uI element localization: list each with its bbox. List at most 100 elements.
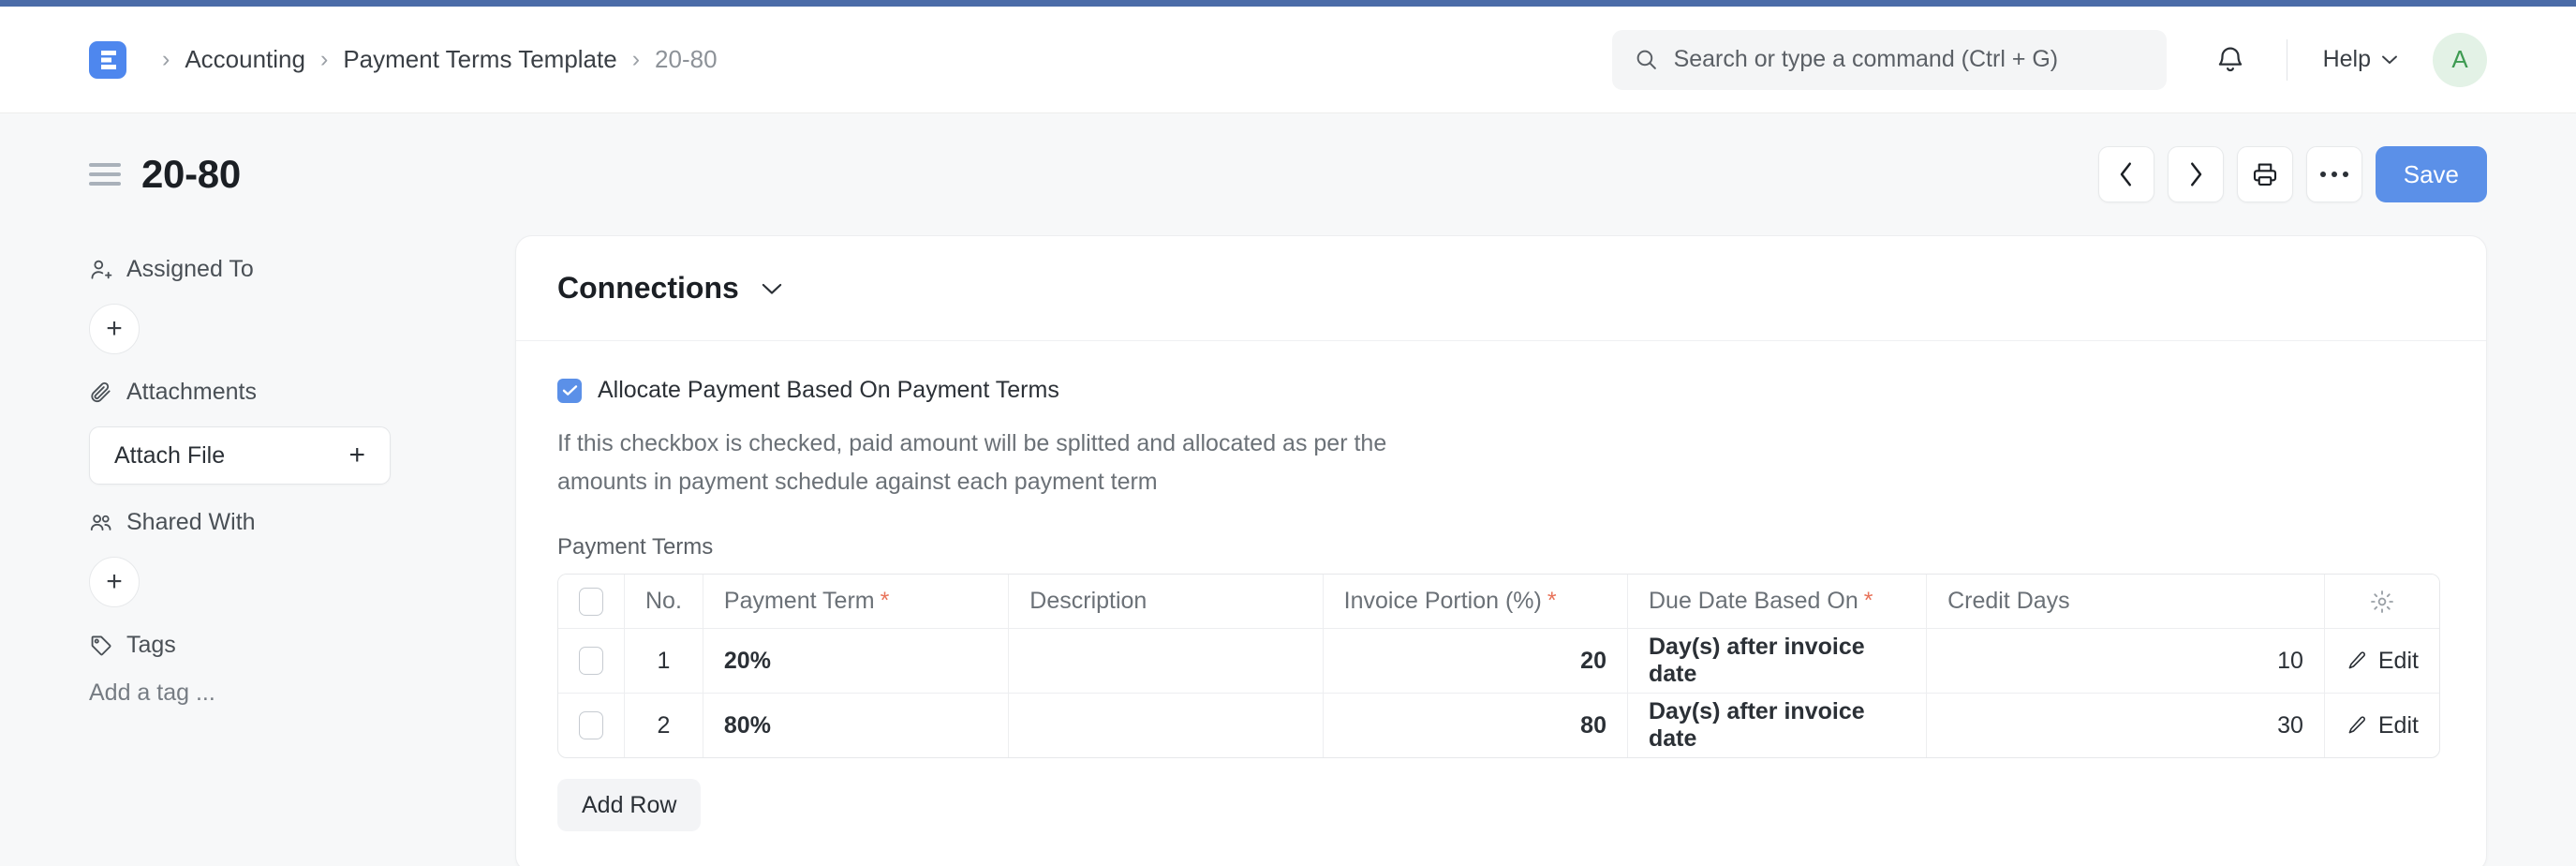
grid-header-due-date-based-on: Due Date Based On* [1628,575,1927,629]
allocate-payment-checkbox-row[interactable]: Allocate Payment Based On Payment Terms [557,377,2445,404]
row-checkbox[interactable] [579,711,603,739]
bell-icon [2215,44,2245,76]
gear-icon [2369,589,2395,615]
breadcrumb-separator: › [320,48,328,71]
grid-settings-button[interactable] [2346,589,2419,615]
sidebar-section-assigned-to: Assigned To + [89,256,464,354]
sidebar-section-attachments: Attachments Attach File + [89,379,464,485]
hamburger-line [89,182,121,186]
required-indicator: * [881,588,890,614]
breadcrumb-item-current: 20-80 [655,45,718,74]
required-indicator: * [1547,588,1557,614]
table-row[interactable]: 2 80% 80 Day(s) after invoice date 30 Ed… [558,694,2439,757]
page-actions: Save [2098,146,2487,202]
grid-header-description: Description [1009,575,1323,629]
avatar[interactable]: A [2433,33,2487,87]
pencil-icon [2346,650,2368,672]
help-menu-button[interactable]: Help [2314,38,2408,81]
check-icon [562,384,578,396]
sidebar-section-header: Assigned To [89,256,464,283]
more-actions-button[interactable] [2306,146,2362,202]
sidebar-label-attachments: Attachments [126,379,257,406]
sidebar-section-header: Tags [89,632,464,659]
select-all-checkbox[interactable] [579,588,603,616]
grid-header-credit-days: Credit Days [1927,575,2325,629]
row-payment-term[interactable]: 20% [703,629,1009,694]
row-checkbox[interactable] [579,647,603,675]
row-edit-label: Edit [2378,648,2419,675]
form-body: Allocate Payment Based On Payment Terms … [516,341,2486,831]
row-description[interactable] [1009,694,1323,757]
row-credit-days[interactable]: 10 [1927,629,2325,694]
row-select-cell [558,629,625,694]
breadcrumb-separator: › [162,48,170,71]
row-edit-button[interactable]: Edit [2346,629,2419,693]
chevron-down-icon [2380,53,2399,66]
grid-header: No. Payment Term* Description Invoice Po… [558,575,2439,629]
row-actions: Edit [2325,694,2439,757]
connections-section-header[interactable]: Connections [516,236,2486,341]
chevron-down-icon[interactable] [760,281,784,296]
sidebar-section-header: Attachments [89,379,464,406]
grid-header-row: No. Payment Term* Description Invoice Po… [558,575,2439,629]
plus-icon: + [106,315,123,343]
app-logo[interactable] [89,41,126,79]
allocate-payment-checkbox[interactable] [557,379,582,403]
row-invoice-portion[interactable]: 20 [1324,629,1628,694]
save-button[interactable]: Save [2376,146,2487,202]
logo-e-glyph [97,49,118,71]
row-invoice-portion[interactable]: 80 [1324,694,1628,757]
search-placeholder: Search or type a command (Ctrl + G) [1674,46,2059,73]
row-description[interactable] [1009,629,1323,694]
breadcrumb: › Accounting › Payment Terms Template › … [147,45,718,74]
chevron-right-icon [2185,160,2206,188]
paperclip-icon [89,381,113,405]
sidebar-label-shared-with: Shared With [126,509,256,536]
row-no: 2 [625,694,703,757]
grid-header-invoice-portion: Invoice Portion (%)* [1324,575,1628,629]
sidebar-toggle-icon[interactable] [89,163,121,186]
navbar-right: Search or type a command (Ctrl + G) Help… [1612,7,2487,112]
sidebar-section-shared-with: Shared With + [89,509,464,607]
allocate-payment-label: Allocate Payment Based On Payment Terms [598,377,1059,404]
attach-file-button[interactable]: Attach File + [89,426,391,485]
chevron-left-icon [2116,160,2137,188]
plus-icon: + [348,441,365,470]
users-icon [89,511,113,535]
search-input[interactable]: Search or type a command (Ctrl + G) [1612,30,2167,90]
print-button[interactable] [2237,146,2293,202]
breadcrumb-separator: › [632,48,640,71]
grid-header-payment-term: Payment Term* [703,575,1009,629]
required-indicator: * [1864,588,1873,614]
help-label: Help [2323,46,2371,73]
form-sidebar: Assigned To + Attachments Attach File + [89,235,464,731]
breadcrumb-item-payment-terms-template[interactable]: Payment Terms Template [343,45,616,74]
next-record-button[interactable] [2168,146,2224,202]
table-row[interactable]: 1 20% 20 Day(s) after invoice date 10 Ed… [558,629,2439,694]
form-card: Connections Allocate Payment Based On Pa… [515,235,2487,866]
tag-input[interactable]: Add a tag ... [89,679,464,707]
assign-to-add-button[interactable]: + [89,304,140,354]
sidebar-section-tags: Tags Add a tag ... [89,632,464,707]
row-no: 1 [625,629,703,694]
grid-header-no: No. [625,575,703,629]
top-navbar: › Accounting › Payment Terms Template › … [0,7,2576,113]
page-titlebar: 20-80 Save [0,113,2576,235]
share-add-button[interactable]: + [89,557,140,607]
notifications-button[interactable] [2200,30,2260,90]
breadcrumb-item-accounting[interactable]: Accounting [185,45,305,74]
avatar-initial: A [2451,45,2467,74]
grid-body: 1 20% 20 Day(s) after invoice date 10 Ed… [558,629,2439,757]
row-due-date-based-on[interactable]: Day(s) after invoice date [1628,694,1927,757]
tag-icon [89,634,113,658]
print-icon [2251,160,2279,188]
row-credit-days[interactable]: 30 [1927,694,2325,757]
row-payment-term[interactable]: 80% [703,694,1009,757]
previous-record-button[interactable] [2098,146,2154,202]
add-row-button[interactable]: Add Row [557,779,701,831]
page-title: 20-80 [141,152,241,197]
row-due-date-based-on[interactable]: Day(s) after invoice date [1628,629,1927,694]
ellipsis-icon [2320,172,2348,177]
row-edit-button[interactable]: Edit [2346,694,2419,757]
row-edit-label: Edit [2378,712,2419,739]
